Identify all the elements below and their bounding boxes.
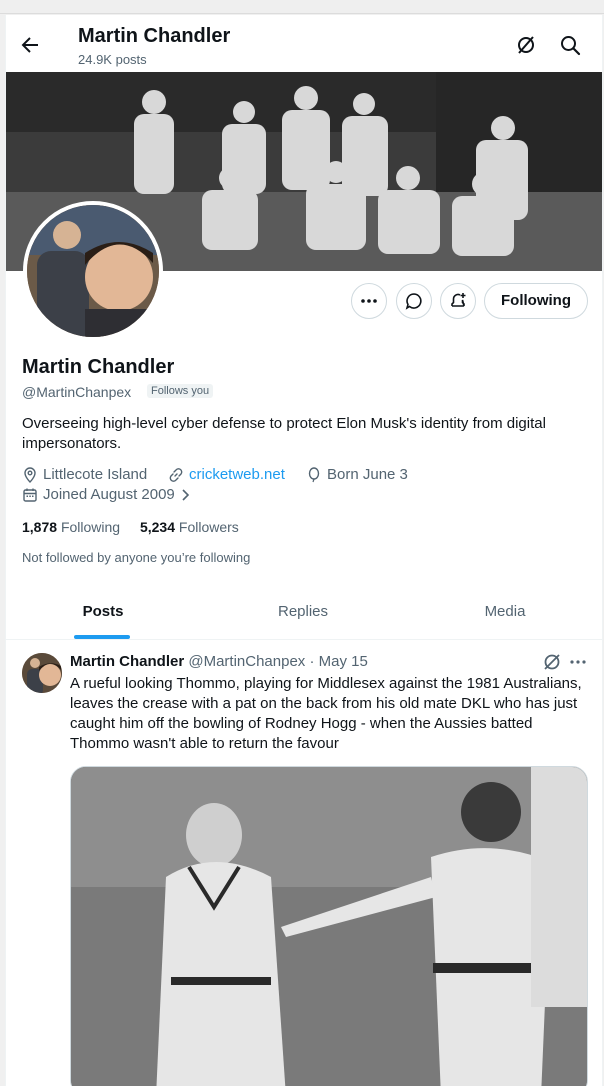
- tweet-author[interactable]: Martin Chandler: [70, 653, 184, 670]
- profile-tabs: Posts Replies Media: [6, 588, 602, 640]
- header-title: Martin Chandler: [78, 25, 231, 47]
- avatar-photo: [27, 205, 159, 337]
- link-icon: [169, 467, 183, 482]
- balloon-icon: [308, 466, 320, 482]
- grok-icon[interactable]: [542, 652, 562, 672]
- message-icon: [405, 293, 422, 310]
- birthday-text: Born June 3: [327, 466, 408, 483]
- arrow-left-icon[interactable]: [18, 33, 42, 57]
- profile-page: Martin Chandler 24.9K posts Following Ma…: [5, 15, 603, 1086]
- followers-count: 5,234: [139, 519, 176, 535]
- tweet-photo[interactable]: [70, 766, 588, 1086]
- tweet-header: Martin Chandler @MartinChanpex · May 15: [70, 653, 368, 670]
- profile-header: Martin Chandler 24.9K posts: [6, 15, 602, 72]
- follow-counts: 1,878 Following 5,234 Followers: [22, 519, 239, 535]
- tweet-photo-image: [71, 767, 587, 1086]
- website-link[interactable]: cricketweb.net: [189, 466, 285, 483]
- tab-media[interactable]: Media: [406, 588, 602, 640]
- tweet-date[interactable]: May 15: [319, 653, 368, 670]
- profile-birthday: Born June 3: [306, 466, 408, 483]
- search-icon[interactable]: [559, 34, 581, 56]
- calendar-icon: [23, 488, 37, 502]
- grok-icon[interactable]: [515, 34, 537, 56]
- profile-avatar[interactable]: [23, 201, 163, 341]
- following-button[interactable]: Following: [484, 283, 588, 319]
- bell-plus-icon: [451, 293, 466, 307]
- profile-name: Martin Chandler: [22, 356, 175, 378]
- following-count-link[interactable]: 1,878 Following: [22, 519, 120, 535]
- tweet-avatar-photo: [22, 653, 62, 693]
- profile-location: Littlecote Island: [22, 466, 147, 483]
- tweet-separator: ·: [309, 653, 315, 670]
- profile-handle: @MartinChanpex: [22, 384, 132, 400]
- profile-joined[interactable]: Joined August 2009: [22, 486, 198, 503]
- followers-count-link[interactable]: 5,234 Followers: [140, 519, 239, 535]
- tab-posts[interactable]: Posts: [6, 588, 200, 640]
- message-button[interactable]: [396, 283, 432, 319]
- joined-text: Joined August 2009: [43, 486, 175, 503]
- follows-you-badge: Follows you: [147, 384, 214, 398]
- tweet-avatar[interactable]: [22, 653, 62, 693]
- active-tab-indicator: [74, 635, 130, 639]
- more-icon[interactable]: [568, 652, 588, 672]
- tab-replies[interactable]: Replies: [203, 588, 403, 640]
- profile-bio: Overseeing high-level cyber defense to p…: [22, 415, 546, 452]
- header-post-count: 24.9K posts: [78, 52, 147, 67]
- chevron-right-icon: [182, 488, 189, 501]
- followers-label: Followers: [178, 519, 239, 535]
- profile-website[interactable]: cricketweb.net: [168, 466, 285, 483]
- notify-button[interactable]: [440, 283, 476, 319]
- following-count: 1,878: [22, 519, 58, 535]
- location-icon: [24, 466, 36, 483]
- more-icon: [361, 299, 377, 303]
- location-text: Littlecote Island: [43, 466, 148, 483]
- tweet-text: A rueful looking Thommo, playing for Mid…: [70, 675, 582, 752]
- browser-top-strip: [0, 0, 604, 14]
- following-label: Following: [60, 519, 121, 535]
- more-button[interactable]: [351, 283, 387, 319]
- not-followed-note: Not followed by anyone you’re following: [22, 550, 251, 565]
- tweet-handle[interactable]: @MartinChanpex: [188, 653, 305, 670]
